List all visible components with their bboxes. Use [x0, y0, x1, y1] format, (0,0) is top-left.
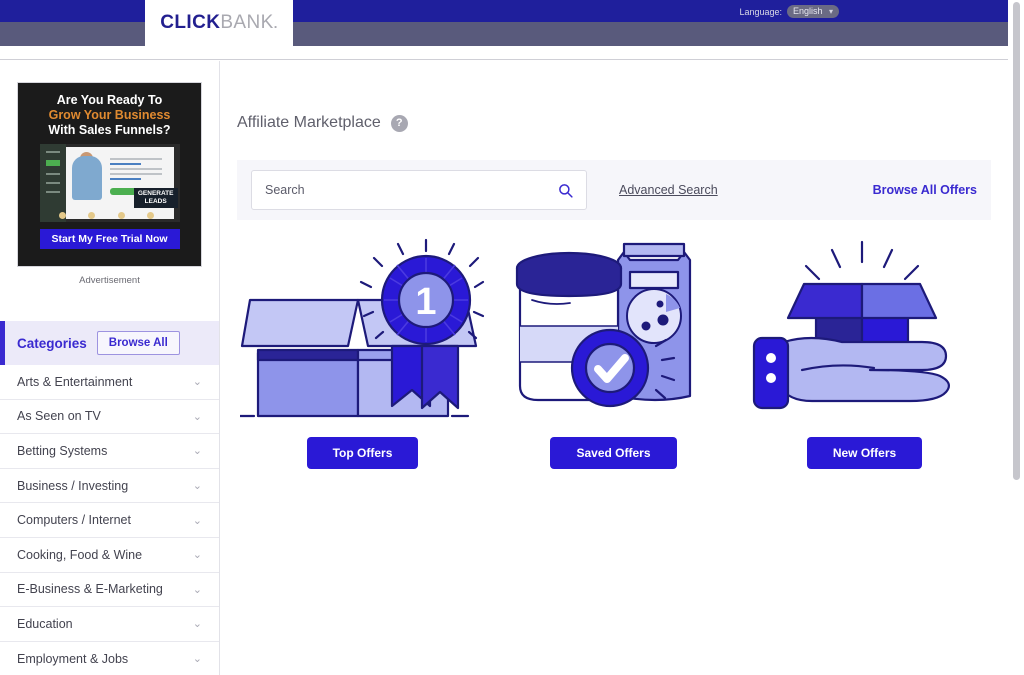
logo-bank-part: BANK [220, 12, 274, 33]
sidebar-item-business-investing[interactable]: Business / Investing ⌄ [0, 469, 219, 504]
chevron-down-icon: ⌄ [192, 583, 202, 596]
ad-nav-line [45, 151, 60, 153]
category-label: Cooking, Food & Wine [17, 547, 143, 562]
advanced-search-link[interactable]: Advanced Search [619, 183, 718, 197]
card-new-offers: New Offers [739, 238, 990, 469]
category-label: Computers / Internet [17, 513, 131, 528]
card-saved-offers: Saved Offers [488, 238, 739, 469]
ad-nav-line [45, 173, 60, 175]
offer-cards-row: 1 Top Offers Saved Offers New Offers [220, 220, 990, 469]
ad-text-line [109, 158, 162, 160]
ad-dot [88, 212, 96, 219]
help-icon[interactable]: ? [390, 114, 408, 132]
sidebar-item-ebusiness-emarketing[interactable]: E-Business & E-Marketing ⌄ [0, 573, 219, 608]
chevron-down-icon: ⌄ [192, 445, 202, 458]
ad-badge-line1: GENERATE [137, 190, 174, 197]
ad-dot [147, 212, 155, 219]
clickbank-marketplace-page: CLICKBANK. Language: English ▾ Are You R… [0, 0, 1024, 675]
logo-click-part: CLICK [160, 12, 221, 33]
categories-list: Arts & Entertainment ⌄ As Seen on TV ⌄ B… [0, 365, 219, 675]
saved-offers-button[interactable]: Saved Offers [550, 437, 677, 469]
chevron-down-icon: ⌄ [192, 480, 202, 493]
chevron-down-icon: ⌄ [192, 410, 202, 423]
hand-holding-open-box-icon [752, 240, 950, 410]
new-offers-illustration [750, 238, 980, 423]
browse-all-button[interactable]: Browse All [96, 331, 180, 355]
ad-generate-leads-badge: GENERATE LEADS [133, 188, 178, 208]
ad-nav-line [45, 182, 60, 184]
chevron-down-icon: ⌄ [192, 618, 202, 631]
search-icon[interactable] [558, 183, 573, 198]
logo-text: CLICKBANK. [160, 12, 277, 34]
chevron-down-icon: ⌄ [192, 549, 202, 562]
language-dropdown[interactable]: English [787, 5, 839, 18]
categories-title: Categories [17, 335, 87, 351]
box-with-award-ribbon-icon: 1 [240, 238, 485, 418]
sidebar-item-employment-jobs[interactable]: Employment & Jobs ⌄ [0, 642, 219, 675]
ad-nav-line [45, 191, 60, 193]
saved-offers-illustration [506, 238, 721, 423]
advertisement-banner[interactable]: Are You Ready To Grow Your Business With… [17, 82, 202, 267]
category-label: Education [17, 616, 73, 631]
ad-dot [117, 212, 125, 219]
ad-text-lines [109, 158, 162, 183]
chevron-down-icon: ⌄ [192, 514, 202, 527]
page-title-row: Affiliate Marketplace ? [220, 61, 1008, 132]
logo-dot: . [273, 16, 278, 31]
chevron-down-icon: ⌄ [192, 376, 202, 389]
ad-cta-button[interactable]: Start My Free Trial Now [39, 229, 180, 249]
ad-text-line [109, 168, 162, 170]
search-box[interactable] [251, 170, 587, 210]
ad-nav-line-active [45, 160, 60, 166]
top-offers-button[interactable]: Top Offers [306, 437, 419, 469]
page-scrollbar-track[interactable] [1008, 0, 1024, 675]
categories-header: Categories Browse All [0, 321, 219, 365]
browse-all-offers-link[interactable]: Browse All Offers [873, 183, 977, 197]
ad-headline-line2: Grow Your Business [48, 108, 171, 122]
category-label: Betting Systems [17, 443, 108, 458]
advertisement-label: Advertisement [79, 275, 140, 286]
ad-text-line [109, 173, 162, 175]
ad-nav-mock [39, 144, 66, 222]
sidebar-item-as-seen-on-tv[interactable]: As Seen on TV ⌄ [0, 400, 219, 435]
search-panel: Advanced Search Browse All Offers [237, 160, 991, 220]
header-divider [0, 46, 1008, 60]
sidebar-item-arts-entertainment[interactable]: Arts & Entertainment ⌄ [0, 365, 219, 400]
card-top-offers: 1 Top Offers [237, 238, 488, 469]
language-selector[interactable]: Language: English ▾ [739, 4, 839, 19]
clickbank-logo[interactable]: CLICKBANK. [145, 0, 293, 46]
sidebar-item-betting-systems[interactable]: Betting Systems ⌄ [0, 434, 219, 469]
ad-dot [58, 212, 66, 219]
category-label: As Seen on TV [17, 409, 101, 424]
category-label: Arts & Entertainment [17, 374, 133, 389]
ad-screenshot-image: GENERATE LEADS [39, 144, 180, 222]
ad-headline-line1: Are You Ready To [56, 93, 163, 107]
language-dropdown-wrap[interactable]: English ▾ [787, 5, 839, 18]
search-input[interactable] [265, 183, 558, 197]
new-offers-button[interactable]: New Offers [806, 437, 923, 469]
ad-text-line-highlight [109, 163, 141, 165]
category-label: E-Business & E-Marketing [17, 582, 163, 597]
category-label: Business / Investing [17, 478, 129, 493]
ad-headline-line3: With Sales Funnels? [48, 123, 171, 137]
ad-text-line-highlight [109, 178, 141, 180]
category-label: Employment & Jobs [17, 651, 129, 666]
page-scrollbar-thumb[interactable] [1013, 2, 1020, 480]
ad-dots-row [48, 212, 166, 219]
ad-person-body [71, 156, 102, 200]
sidebar-item-cooking-food-wine[interactable]: Cooking, Food & Wine ⌄ [0, 538, 219, 573]
sidebar-item-education[interactable]: Education ⌄ [0, 607, 219, 642]
ribbon-number: 1 [415, 281, 436, 323]
main-content: Affiliate Marketplace ? Advanced Search … [220, 61, 1008, 675]
page-title: Affiliate Marketplace [237, 114, 381, 131]
sidebar-item-computers-internet[interactable]: Computers / Internet ⌄ [0, 503, 219, 538]
chevron-down-icon: ⌄ [192, 653, 202, 666]
ad-badge-line2: LEADS [144, 198, 167, 205]
language-label: Language: [739, 6, 782, 17]
top-offers-illustration: 1 [240, 238, 485, 423]
supplement-jar-bag-with-check-badge-icon [515, 242, 692, 408]
